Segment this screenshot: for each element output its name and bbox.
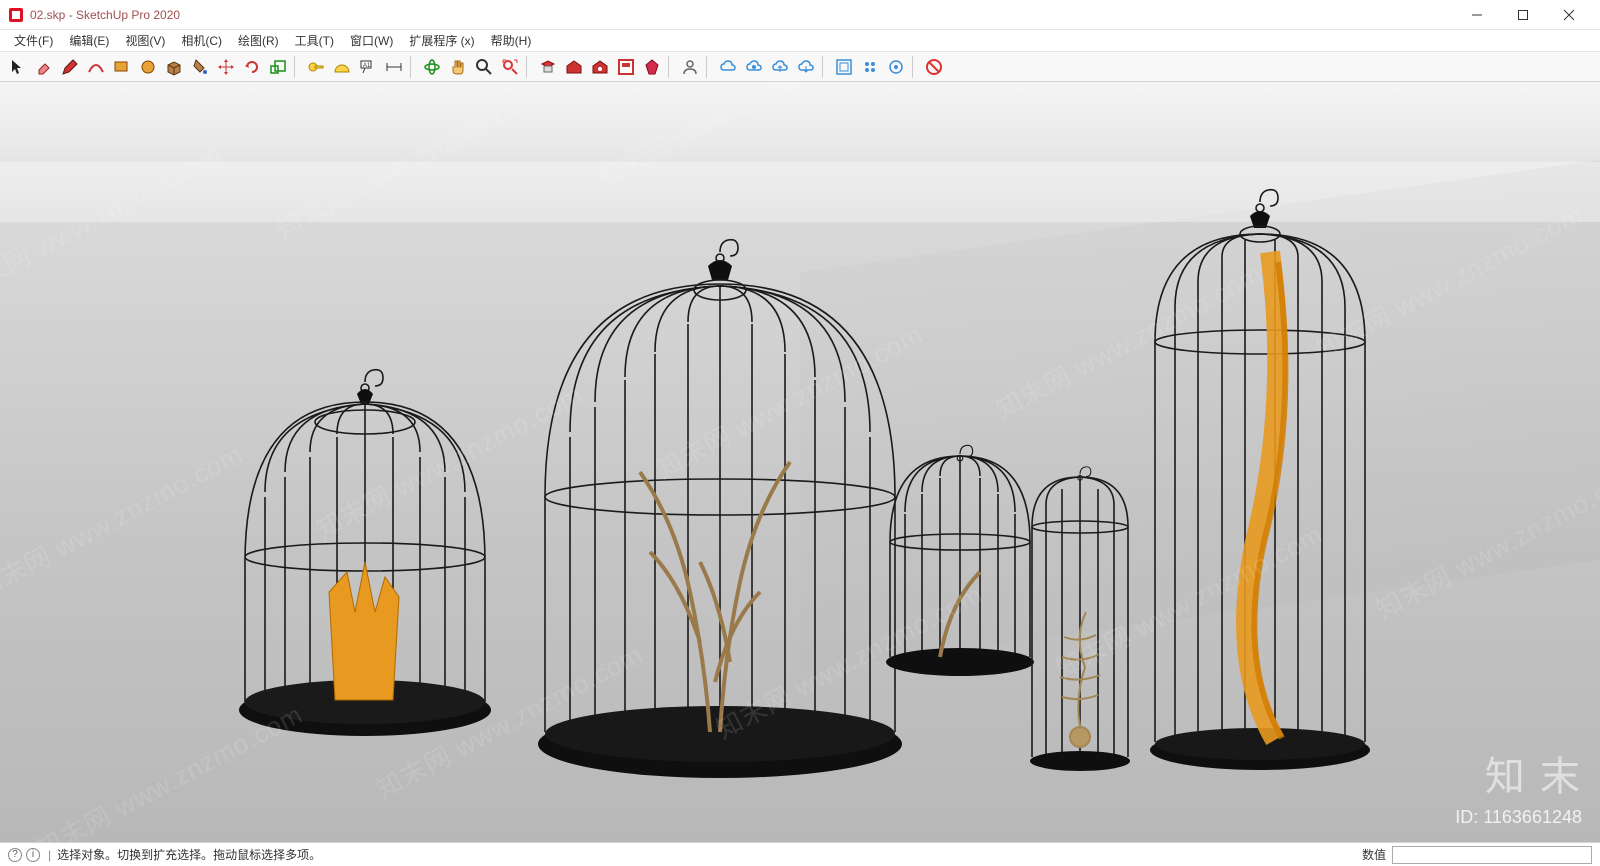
toolbar-separator bbox=[668, 56, 674, 78]
rotate-tool[interactable] bbox=[240, 55, 264, 79]
cloud-up-tool[interactable] bbox=[768, 55, 792, 79]
paint-tool[interactable] bbox=[188, 55, 212, 79]
toolbar-separator bbox=[822, 56, 828, 78]
model-scene bbox=[0, 82, 1600, 842]
components-tool[interactable] bbox=[858, 55, 882, 79]
toolbar: A1 bbox=[0, 52, 1600, 82]
svg-text:A1: A1 bbox=[363, 63, 371, 69]
eraser-tool[interactable] bbox=[32, 55, 56, 79]
circle-tool[interactable] bbox=[136, 55, 160, 79]
measure-label: 数值 bbox=[1362, 846, 1386, 863]
text-tool[interactable]: A1 bbox=[356, 55, 380, 79]
window-controls bbox=[1454, 0, 1592, 30]
styles-tool[interactable] bbox=[884, 55, 908, 79]
status-bar: ? i | 选择对象。切换到扩充选择。拖动鼠标选择多项。 数值 bbox=[0, 842, 1600, 866]
dimension-tool[interactable] bbox=[382, 55, 406, 79]
birdcage-model-5 bbox=[1150, 190, 1370, 770]
toolbar-separator bbox=[706, 56, 712, 78]
title-bar: 02.skp - SketchUp Pro 2020 bbox=[0, 0, 1600, 30]
layout-tool[interactable] bbox=[614, 55, 638, 79]
tape-tool[interactable] bbox=[304, 55, 328, 79]
birdcage-model-4 bbox=[1030, 467, 1130, 771]
scale-tool[interactable] bbox=[266, 55, 290, 79]
toolbar-separator bbox=[294, 56, 300, 78]
pan-tool[interactable] bbox=[446, 55, 470, 79]
menu-view[interactable]: 视图(V) bbox=[117, 30, 173, 51]
select-tool[interactable] bbox=[6, 55, 30, 79]
menu-draw[interactable]: 绘图(R) bbox=[230, 30, 287, 51]
maximize-button[interactable] bbox=[1500, 0, 1546, 30]
menu-extensions[interactable]: 扩展程序 (x) bbox=[401, 30, 482, 51]
arc-tool[interactable] bbox=[84, 55, 108, 79]
ruby-tool[interactable] bbox=[640, 55, 664, 79]
orbit-tool[interactable] bbox=[420, 55, 444, 79]
toolbar-separator bbox=[526, 56, 532, 78]
viewport[interactable]: 知末网 www.znzmo.com 知末网 www.znzmo.com 知末网 … bbox=[0, 82, 1600, 842]
menu-help[interactable]: 帮助(H) bbox=[483, 30, 540, 51]
user-tool[interactable] bbox=[678, 55, 702, 79]
cloud-sync-tool[interactable] bbox=[716, 55, 740, 79]
menu-camera[interactable]: 相机(C) bbox=[173, 30, 230, 51]
measure-input[interactable] bbox=[1392, 846, 1592, 864]
cloud-link-tool[interactable] bbox=[742, 55, 766, 79]
birdcage-model-2 bbox=[538, 240, 902, 778]
menu-file[interactable]: 文件(F) bbox=[6, 30, 61, 51]
cloud-down-tool[interactable] bbox=[794, 55, 818, 79]
move-tool[interactable] bbox=[214, 55, 238, 79]
zoom-extents-tool[interactable] bbox=[498, 55, 522, 79]
app-icon bbox=[8, 7, 24, 23]
rectangle-tool[interactable] bbox=[110, 55, 134, 79]
birdcage-model-1 bbox=[239, 370, 491, 736]
warehouse-tool[interactable] bbox=[562, 55, 586, 79]
birdcage-model-3 bbox=[886, 445, 1034, 676]
close-button[interactable] bbox=[1546, 0, 1592, 30]
minimize-button[interactable] bbox=[1454, 0, 1500, 30]
zoom-tool[interactable] bbox=[472, 55, 496, 79]
toolbar-separator bbox=[912, 56, 918, 78]
pushpull-tool[interactable] bbox=[162, 55, 186, 79]
info-icon[interactable]: ? bbox=[8, 848, 22, 862]
outliner-tool[interactable] bbox=[832, 55, 856, 79]
window-title: 02.skp - SketchUp Pro 2020 bbox=[30, 8, 1454, 22]
pencil-tool[interactable] bbox=[58, 55, 82, 79]
stop-tool[interactable] bbox=[922, 55, 946, 79]
section-tool[interactable] bbox=[536, 55, 560, 79]
toolbar-separator bbox=[410, 56, 416, 78]
menu-edit[interactable]: 编辑(E) bbox=[61, 30, 117, 51]
help-icon[interactable]: i bbox=[26, 848, 40, 862]
extension-warehouse-tool[interactable] bbox=[588, 55, 612, 79]
menu-bar: 文件(F) 编辑(E) 视图(V) 相机(C) 绘图(R) 工具(T) 窗口(W… bbox=[0, 30, 1600, 52]
menu-tools[interactable]: 工具(T) bbox=[287, 30, 342, 51]
status-hint: 选择对象。切换到扩充选择。拖动鼠标选择多项。 bbox=[57, 846, 321, 863]
watermark-id: ID: 1163661248 bbox=[1455, 807, 1582, 828]
protractor-tool[interactable] bbox=[330, 55, 354, 79]
watermark-logo: 知 末 bbox=[1485, 744, 1582, 802]
menu-window[interactable]: 窗口(W) bbox=[342, 30, 401, 51]
